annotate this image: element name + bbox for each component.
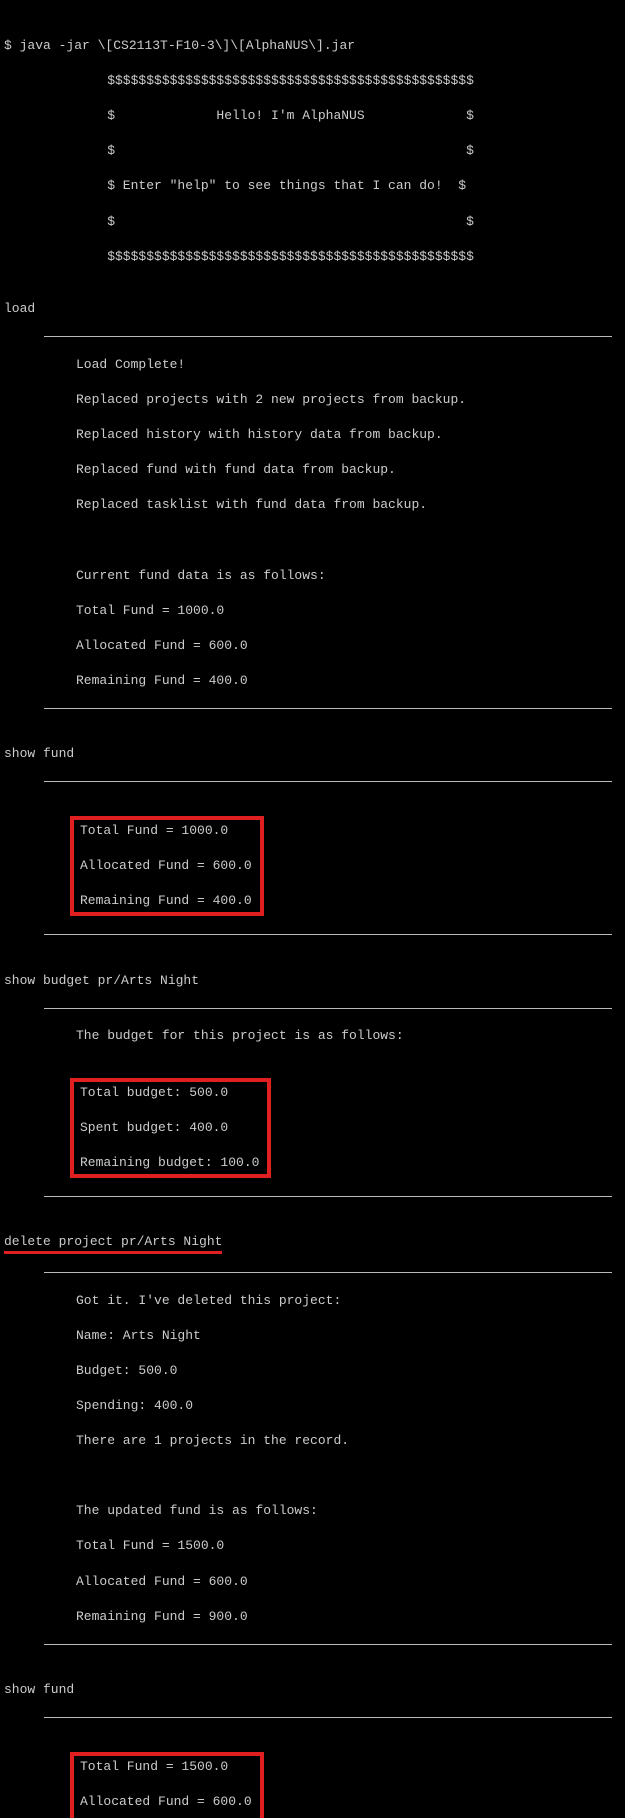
delete-line: Spending: 400.0: [4, 1397, 621, 1415]
banner-border-top: $$$$$$$$$$$$$$$$$$$$$$$$$$$$$$$$$$$$$$$$…: [4, 72, 621, 90]
fund-highlight-box-2: Total Fund = 1500.0 Allocated Fund = 600…: [70, 1752, 264, 1818]
fund-highlight-box-1: Total Fund = 1000.0 Allocated Fund = 600…: [70, 816, 264, 916]
load-line: Replaced history with history data from …: [4, 426, 621, 444]
divider: [44, 336, 612, 337]
divider: [44, 1196, 612, 1197]
load-line: Current fund data is as follows:: [4, 567, 621, 585]
delete-line: Got it. I've deleted this project:: [4, 1292, 621, 1310]
divider: [44, 1272, 612, 1273]
load-line: Allocated Fund = 600.0: [4, 637, 621, 655]
divider: [44, 1008, 612, 1009]
divider: [44, 781, 612, 782]
cmd-load[interactable]: load: [4, 300, 621, 318]
delete-line: Name: Arts Night: [4, 1327, 621, 1345]
budget-line: Remaining budget: 100.0: [80, 1154, 259, 1172]
load-line: Replaced projects with 2 new projects fr…: [4, 391, 621, 409]
cmd-show-fund-2[interactable]: show fund: [4, 1681, 621, 1699]
cmd-delete-project[interactable]: delete project pr/Arts Night: [4, 1233, 222, 1254]
load-line: Total Fund = 1000.0: [4, 602, 621, 620]
budget-line: Total budget: 500.0: [80, 1084, 259, 1102]
load-line: Replaced tasklist with fund data from ba…: [4, 496, 621, 514]
fund-line: Remaining Fund = 400.0: [80, 892, 252, 910]
delete-line: There are 1 projects in the record.: [4, 1432, 621, 1450]
banner-blank: $ $: [4, 142, 621, 160]
divider: [44, 934, 612, 935]
divider: [44, 1644, 612, 1645]
delete-line: Total Fund = 1500.0: [4, 1537, 621, 1555]
banner-hello: $ Hello! I'm AlphaNUS $: [4, 107, 621, 125]
banner-blank2: $ $: [4, 213, 621, 231]
delete-line: Remaining Fund = 900.0: [4, 1608, 621, 1626]
fund-line: Total Fund = 1500.0: [80, 1758, 252, 1776]
divider: [44, 1717, 612, 1718]
banner-border-bot: $$$$$$$$$$$$$$$$$$$$$$$$$$$$$$$$$$$$$$$$…: [4, 248, 621, 266]
delete-line: Budget: 500.0: [4, 1362, 621, 1380]
banner-help: $ Enter "help" to see things that I can …: [4, 177, 621, 195]
load-line: Replaced fund with fund data from backup…: [4, 461, 621, 479]
load-line: Remaining Fund = 400.0: [4, 672, 621, 690]
divider: [44, 708, 612, 709]
budget-line: Spent budget: 400.0: [80, 1119, 259, 1137]
delete-line: Allocated Fund = 600.0: [4, 1573, 621, 1591]
fund-line: Total Fund = 1000.0: [80, 822, 252, 840]
cmd-show-budget[interactable]: show budget pr/Arts Night: [4, 972, 621, 990]
load-line: Load Complete!: [4, 356, 621, 374]
budget-highlight-box: Total budget: 500.0 Spent budget: 400.0 …: [70, 1078, 271, 1178]
fund-line: Allocated Fund = 600.0: [80, 1793, 252, 1811]
fund-line: Allocated Fund = 600.0: [80, 857, 252, 875]
delete-line: The updated fund is as follows:: [4, 1502, 621, 1520]
budget-intro: The budget for this project is as follow…: [4, 1027, 621, 1045]
prompt-line: $ java -jar \[CS2113T-F10-3\]\[AlphaNUS\…: [4, 37, 621, 55]
cmd-show-fund[interactable]: show fund: [4, 745, 621, 763]
terminal-output: $ java -jar \[CS2113T-F10-3\]\[AlphaNUS\…: [0, 0, 625, 1818]
